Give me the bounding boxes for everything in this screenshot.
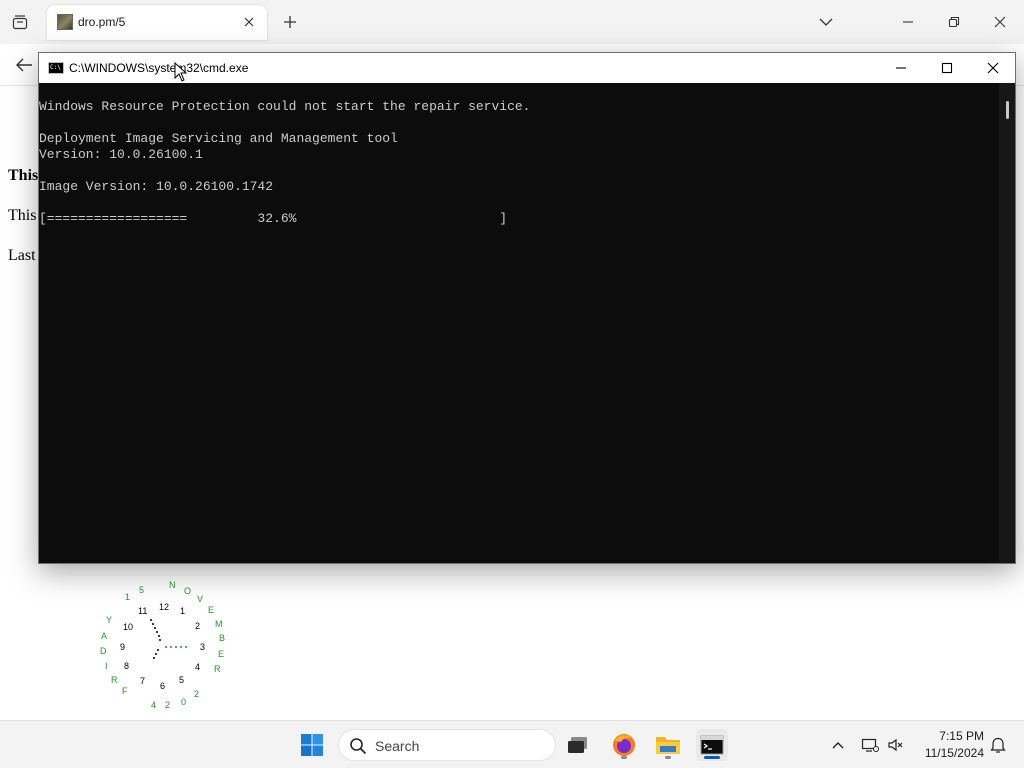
taskbar-app-command-prompt[interactable] <box>696 729 728 761</box>
chevron-down-icon <box>819 18 833 26</box>
taskbar-app-file-explorer[interactable] <box>652 729 684 761</box>
clock-time[interactable]: 7:15 PM <box>912 729 984 743</box>
tab-list-button[interactable] <box>8 10 32 34</box>
page-paragraph: This <box>8 207 37 224</box>
back-button[interactable] <box>12 53 36 77</box>
volume-muted-icon <box>888 738 903 752</box>
favicon-icon <box>57 14 73 30</box>
new-tab-button[interactable] <box>280 12 300 32</box>
scrollbar-thumb[interactable] <box>1006 101 1009 119</box>
network-button[interactable] <box>860 735 880 755</box>
clock-date[interactable]: 11/15/2024 <box>912 746 984 760</box>
active-indicator <box>704 756 720 759</box>
taskbar-search[interactable]: Search <box>338 729 556 761</box>
console-line: Version: 10.0.26100.1 <box>39 147 203 162</box>
running-indicator <box>665 756 671 759</box>
maximize-icon <box>941 62 953 74</box>
console-line: Deployment Image Servicing and Managemen… <box>39 131 398 146</box>
volume-button[interactable] <box>886 735 906 755</box>
console-line: Image Version: 10.0.26100.1742 <box>39 179 274 194</box>
windows-start-icon[interactable] <box>300 733 324 757</box>
tab-list-icon <box>12 15 28 30</box>
minimize-icon <box>896 67 906 69</box>
cmd-maximize-button[interactable] <box>937 58 957 78</box>
cmd-scrollbar[interactable] <box>999 83 1015 563</box>
minute-hand <box>153 649 159 659</box>
notifications-button[interactable] <box>988 735 1008 755</box>
cmd-console[interactable]: Windows Resource Protection could not st… <box>39 83 999 563</box>
second-hand <box>165 646 187 648</box>
show-hidden-icons-button[interactable] <box>828 735 848 755</box>
notification-icon <box>990 737 1006 753</box>
close-icon <box>987 62 999 74</box>
search-icon <box>350 738 367 755</box>
taskbar: Search 7:15 PM 11/15/2024 <box>0 720 1024 768</box>
page-heading: This <box>8 167 39 184</box>
browser-restore-button[interactable] <box>944 12 964 32</box>
folder-icon <box>656 737 680 754</box>
task-view-icon <box>568 737 587 753</box>
browser-tab[interactable]: dro.pm/5 <box>47 5 267 40</box>
search-label: Search <box>375 738 420 754</box>
firefox-icon <box>613 734 635 756</box>
tab-dropdown-button[interactable] <box>816 12 836 32</box>
network-icon <box>861 738 879 752</box>
minimize-icon <box>903 21 913 23</box>
clock-hands <box>150 619 187 659</box>
tab-title: dro.pm/5 <box>78 15 126 29</box>
console-line: Windows Resource Protection could not st… <box>39 99 531 114</box>
taskbar-app-task-view[interactable] <box>562 729 594 761</box>
close-icon <box>244 17 254 27</box>
cmd-close-button[interactable] <box>983 58 1003 78</box>
hour-hand <box>150 619 161 641</box>
cmd-minimize-button[interactable] <box>891 58 911 78</box>
browser-minimize-button[interactable] <box>898 12 918 32</box>
mouse-cursor-icon <box>174 62 188 82</box>
plus-icon <box>284 16 296 28</box>
browser-tab-bar: dro.pm/5 <box>0 0 1024 44</box>
cmd-window[interactable]: C:\ C:\WINDOWS\system32\cmd.exe Windows … <box>38 52 1016 564</box>
back-arrow-icon <box>16 58 32 72</box>
browser-close-button[interactable] <box>990 12 1010 32</box>
taskbar-app-firefox[interactable] <box>608 729 640 761</box>
clock-widget: 12 1 2 3 4 5 6 7 8 9 10 11 1 5 N O V E M… <box>90 574 240 714</box>
chevron-up-icon <box>832 742 844 749</box>
terminal-icon <box>700 735 724 755</box>
terminal-icon: C:\ <box>48 62 64 74</box>
running-indicator <box>621 756 627 759</box>
console-progress-line: [================== 32.6% ] <box>39 211 508 226</box>
page-last-updated: Last <box>8 247 36 264</box>
cmd-window-title: C:\WINDOWS\system32\cmd.exe <box>69 61 249 75</box>
close-tab-button[interactable] <box>241 14 257 30</box>
close-icon <box>994 16 1006 28</box>
restore-icon <box>948 16 960 28</box>
